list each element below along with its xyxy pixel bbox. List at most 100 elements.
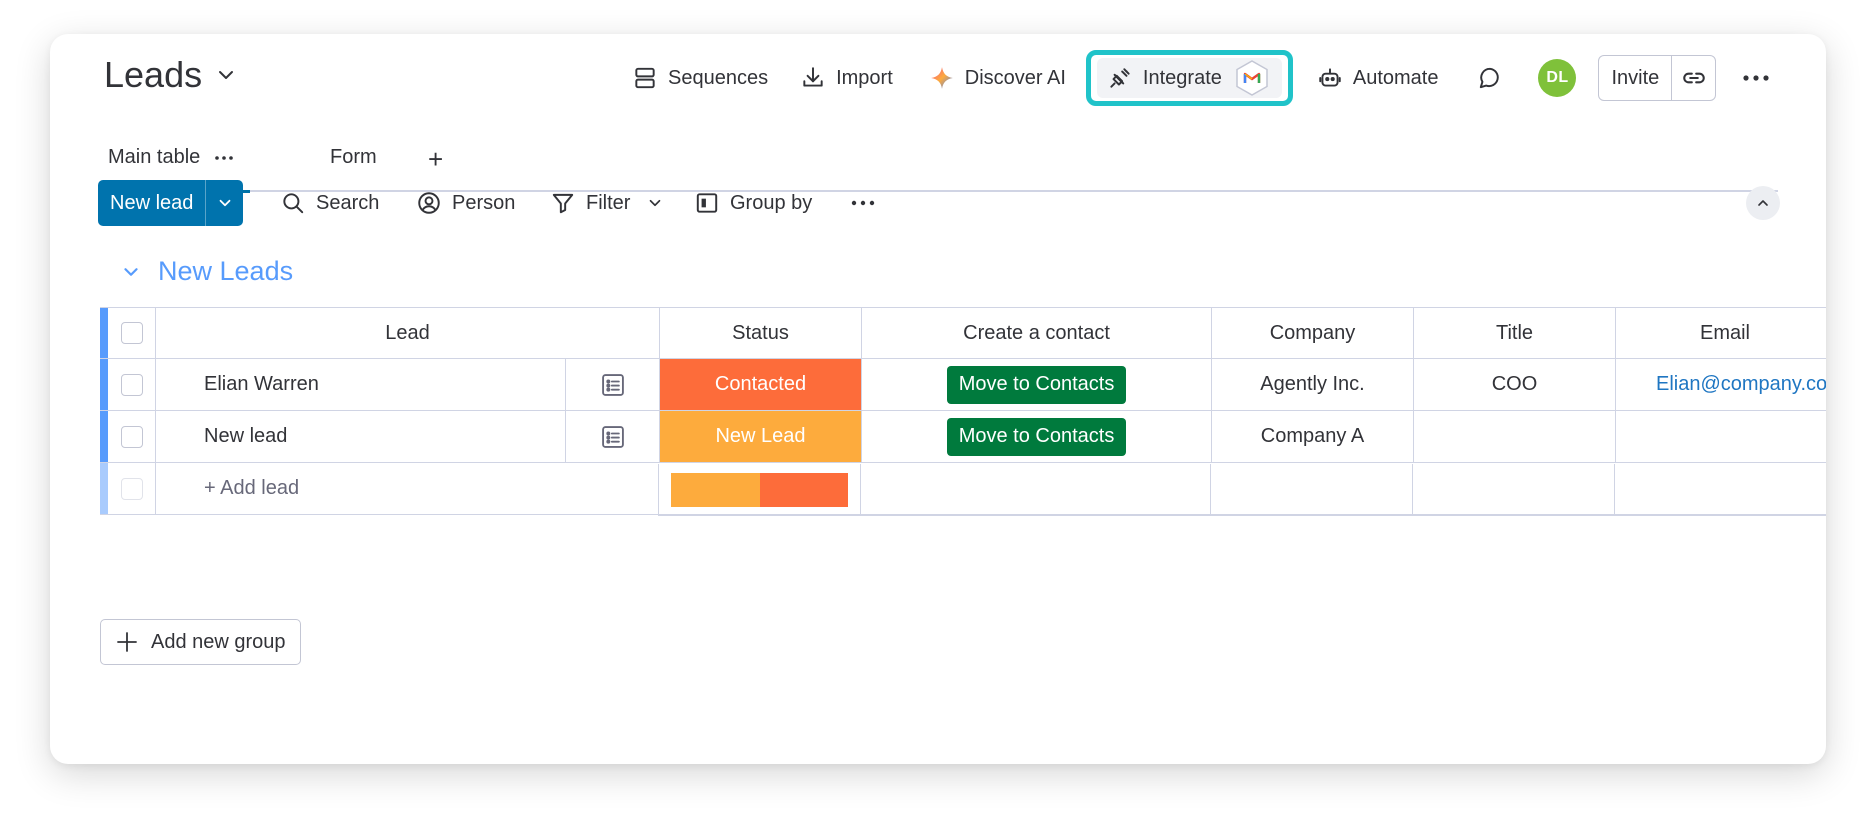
integrate-button[interactable]: Integrate <box>1096 58 1282 98</box>
gmail-icon <box>1232 58 1272 98</box>
filter-label: Filter <box>586 191 631 214</box>
new-lead-group: New lead <box>98 180 244 226</box>
move-to-contacts-button[interactable]: Move to Contacts <box>946 365 1127 404</box>
row-checkbox[interactable] <box>120 425 143 448</box>
lead-name-cell[interactable]: New lead <box>156 411 566 462</box>
column-header-email[interactable]: Email <box>1616 308 1826 358</box>
company-cell[interactable]: Company A <box>1212 411 1414 462</box>
automate-label: Automate <box>1352 66 1439 89</box>
chevron-down-icon <box>219 199 231 207</box>
integrate-highlight: Integrate <box>1085 50 1293 106</box>
tab-form[interactable]: Form <box>330 146 377 169</box>
status-distribution-bar <box>671 472 848 507</box>
status-summary-cell[interactable] <box>659 464 861 515</box>
group-by-label: Group by <box>730 191 813 214</box>
table-row: Elian Warren Contacted Move to Contacts … <box>100 359 1826 411</box>
select-all-cell <box>108 308 156 358</box>
status-label[interactable]: Contacted <box>660 359 861 410</box>
tab-form-label: Form <box>330 146 377 168</box>
create-contact-cell: Move to Contacts <box>862 411 1212 462</box>
import-label: Import <box>836 66 893 89</box>
invite-button[interactable]: Invite <box>1599 56 1671 100</box>
tab-main-table[interactable]: Main table <box>97 146 251 193</box>
email-cell <box>1616 411 1826 462</box>
person-filter-button[interactable]: Person <box>416 180 515 226</box>
title-cell[interactable]: COO <box>1414 359 1616 410</box>
import-button[interactable]: Import <box>790 56 903 100</box>
integrate-label: Integrate <box>1142 66 1222 89</box>
group-title[interactable]: New Leads <box>158 256 293 287</box>
tab-main-table-label: Main table <box>108 146 201 168</box>
invite-group: Invite <box>1598 55 1717 101</box>
robot-icon <box>1319 68 1341 87</box>
toolbar-more-button[interactable] <box>850 180 876 226</box>
board-card: Leads Sequences Import Discover AI Integ… <box>50 34 1826 764</box>
summary-row <box>658 464 1826 516</box>
status-label[interactable]: New Lead <box>660 411 861 462</box>
column-header-company[interactable]: Company <box>1212 308 1414 358</box>
chevron-up-icon <box>1758 200 1768 206</box>
status-cell: New Lead <box>660 411 862 462</box>
add-new-group-label: Add new group <box>151 630 286 653</box>
add-new-group-button[interactable]: Add new group <box>100 619 301 665</box>
row-select-cell <box>108 411 156 462</box>
email-link[interactable]: Elian@company.com <box>1656 373 1826 396</box>
collapse-header-button[interactable] <box>1746 186 1780 220</box>
chevron-down-icon[interactable] <box>120 261 142 283</box>
discover-ai-button[interactable]: Discover AI <box>919 56 1076 100</box>
ai-sparkle-icon <box>930 67 953 89</box>
person-icon <box>418 192 440 214</box>
board-title[interactable]: Leads <box>104 54 238 96</box>
new-lead-button[interactable]: New lead <box>98 180 205 226</box>
select-all-checkbox[interactable] <box>120 322 143 344</box>
chevron-down-icon <box>649 199 661 207</box>
column-header-title[interactable]: Title <box>1414 308 1616 358</box>
new-lead-dropdown[interactable] <box>205 180 243 226</box>
group-by-button[interactable]: Group by <box>694 180 812 226</box>
download-icon <box>803 67 823 87</box>
filter-button[interactable]: Filter <box>550 180 630 226</box>
company-cell[interactable]: Agently Inc. <box>1212 359 1414 410</box>
column-header-lead[interactable]: Lead <box>156 308 660 358</box>
person-label: Person <box>452 191 516 214</box>
add-view-button[interactable]: + <box>428 144 443 175</box>
updates-button[interactable] <box>1470 58 1510 98</box>
table-row: New lead New Lead Move to Contacts Compa… <box>100 411 1826 463</box>
lead-name-cell[interactable]: Elian Warren <box>156 359 566 410</box>
column-header-status[interactable]: Status <box>660 308 862 358</box>
group-by-icon <box>696 193 718 213</box>
group-color-bar <box>100 463 108 514</box>
discover-ai-label: Discover AI <box>964 66 1066 89</box>
add-lead-input[interactable]: + Add lead <box>204 477 299 500</box>
tab-options-icon[interactable] <box>214 155 234 161</box>
summary-cell <box>1413 464 1615 515</box>
item-updates-cell <box>566 411 660 462</box>
search-button[interactable]: Search <box>280 180 379 226</box>
move-to-contacts-button[interactable]: Move to Contacts <box>946 417 1127 456</box>
board-menu-button[interactable] <box>1736 58 1776 98</box>
sequences-icon <box>635 67 655 89</box>
status-cell: Contacted <box>660 359 862 410</box>
item-updates-icon[interactable] <box>599 371 627 399</box>
sequences-button[interactable]: Sequences <box>622 56 778 100</box>
copy-link-button[interactable] <box>1671 56 1715 100</box>
filter-dropdown[interactable] <box>646 180 664 226</box>
item-updates-cell <box>566 359 660 410</box>
more-dots-icon <box>1743 75 1769 81</box>
avatar[interactable]: DL <box>1538 59 1577 97</box>
board-title-text: Leads <box>104 54 203 95</box>
plug-icon <box>1110 68 1130 88</box>
table-header-row: Lead Status Create a contact Company Tit… <box>100 307 1826 359</box>
email-cell: Elian@company.com <box>1616 359 1826 410</box>
item-updates-icon[interactable] <box>599 423 627 451</box>
automate-button[interactable]: Automate <box>1307 56 1449 100</box>
create-contact-cell: Move to Contacts <box>862 359 1212 410</box>
summary-cell <box>1211 464 1413 515</box>
group-header[interactable]: New Leads <box>120 256 293 287</box>
row-checkbox[interactable] <box>120 373 143 396</box>
search-label: Search <box>316 191 380 214</box>
title-cell[interactable] <box>1414 411 1616 462</box>
more-dots-icon <box>851 200 875 206</box>
plus-icon <box>117 632 137 652</box>
column-header-create-contact[interactable]: Create a contact <box>862 308 1212 358</box>
